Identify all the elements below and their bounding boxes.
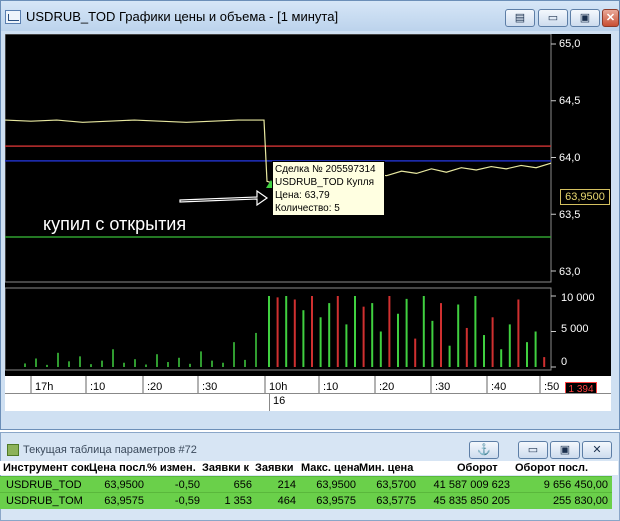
change-cell: -0,50 [174,479,200,491]
x-tick-label: 17h [35,381,53,393]
column-header[interactable]: Макс. цена [301,462,359,474]
y-tick-label: 64,5 [559,95,581,107]
x-tick-label: :10 [90,381,105,393]
annotation-text: купил с открытия [43,214,187,234]
column-header[interactable]: Инструмент сок [3,462,89,474]
column-header[interactable]: Мин. цена [359,462,419,474]
date-axis: 16 [5,393,611,411]
x-tick-label: 10h [269,381,287,393]
tooltip-quantity: Количество: 5 [275,203,340,214]
table-icon [7,444,19,456]
last-turnover-cell: 255 830,00 [552,495,608,507]
volume-tick-label: 0 [561,356,568,368]
price-pane-frame [5,34,552,283]
column-header[interactable]: Оборот [457,462,517,474]
close-button[interactable]: ✕ [602,9,619,27]
orders-cell: 214 [277,479,296,491]
min-price-cell: 63,5700 [376,479,416,491]
panel-title: Текущая таблица параметров #72 [23,444,197,456]
x-tick-label: :50 [544,381,559,393]
table-row[interactable]: USDRUB_TOM 63,9575 -0,59 1 353 464 63,95… [0,492,612,509]
instrument-cell: USDRUB_TOD [6,479,82,491]
column-header[interactable]: Цена посл. [89,462,147,474]
orders-cell: 464 [277,495,296,507]
trade-tooltip: Сделка № 205597314 USDRUB_TOD Купля Цена… [272,161,385,216]
column-header[interactable]: Заявки [255,462,299,474]
instrument-cell: USDRUB_TOM [6,495,83,507]
x-tick-label: :40 [491,381,506,393]
y-tick-label: 63,0 [559,266,581,278]
table-row[interactable]: USDRUB_TOD 63,9500 -0,50 656 214 63,9500… [0,476,612,493]
turnover-cell: 45 835 850 205 [433,495,510,507]
table-header: Инструмент сок Цена посл. % измен. Заявк… [0,461,618,475]
window-title: USDRUB_TOD Графики цены и объема - [1 ми… [26,9,339,24]
last-turnover-cell: 9 656 450,00 [543,479,608,491]
x-tick-label: :20 [147,381,162,393]
panel-minimize-button[interactable]: ▭ [518,441,548,459]
x-tick-label: :30 [435,381,450,393]
date-label: 16 [273,395,286,407]
volume-tick-label: 5 000 [561,323,589,335]
x-tick-label: :30 [202,381,217,393]
tooltip-instrument: USDRUB_TOD Купля [275,177,374,188]
title-bar[interactable]: USDRUB_TOD Графики цены и объема - [1 ми… [1,1,619,31]
column-header[interactable]: Оборот посл. [515,462,611,474]
panel-close-button[interactable]: ✕ [582,441,612,459]
menu-button[interactable]: ▤ [505,9,535,27]
change-cell: -0,59 [174,495,200,507]
column-header[interactable]: Заявки к [202,462,255,474]
bids-cell: 656 [233,479,252,491]
x-tick-label: :20 [379,381,394,393]
max-price-cell: 63,9575 [316,495,356,507]
volume-tick-label: 10 000 [561,292,595,304]
tooltip-price: Цена: 63,79 [275,190,330,201]
last-price-label: 63,9500 [560,189,610,205]
tooltip-trade-number: Сделка № 205597314 [275,164,376,175]
last-price-cell: 63,9575 [104,495,144,507]
min-price-cell: 63,5775 [376,495,416,507]
column-header[interactable]: % измен. [147,462,202,474]
max-price-cell: 63,9500 [316,479,356,491]
y-tick-label: 64,0 [559,152,581,164]
chart-area[interactable]: 17h :10 :20 :30 10h :10 :20 :30 :40 :50 65,0 64,5… [5,34,611,410]
y-tick-label: 65,0 [559,38,581,50]
annotation-arrow [179,189,269,207]
chart-window-icon [5,10,21,24]
x-tick-label: :10 [323,381,338,393]
panel-maximize-button[interactable]: ▣ [550,441,580,459]
minimize-button[interactable]: ▭ [538,9,568,27]
chart-window: USDRUB_TOD Графики цены и объема - [1 ми… [0,0,620,430]
last-price-cell: 63,9500 [104,479,144,491]
maximize-button[interactable]: ▣ [570,9,600,27]
y-tick-label: 63,5 [559,209,581,221]
turnover-cell: 41 587 009 623 [433,479,510,491]
bids-cell: 1 353 [224,495,252,507]
pin-button[interactable]: ⚓ [469,441,499,459]
